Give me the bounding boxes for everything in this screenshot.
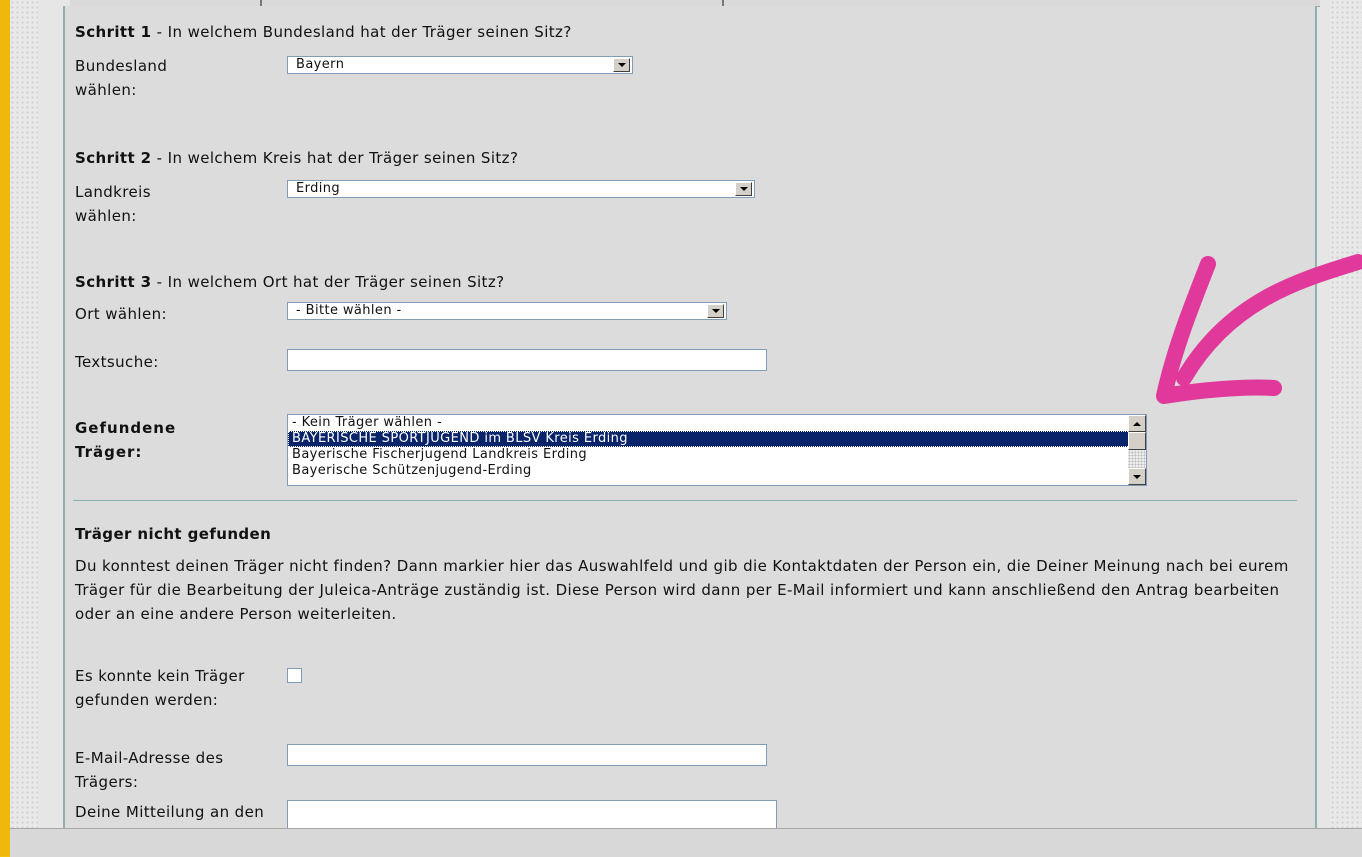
dropdown-arrow-icon[interactable] [735,182,752,196]
not-found-heading: Träger nicht gefunden [75,525,272,543]
step2-title: Schritt 2 [75,149,152,167]
left-gutter [10,0,38,830]
listbox-option-selected[interactable]: BAYERISCHE SPORTJUGEND im BLSV Kreis Erd… [288,431,1146,447]
found-carriers-listbox[interactable]: - Kein Träger wählen - BAYERISCHE SPORTJ… [287,414,1147,486]
step2-heading: Schritt 2 - In welchem Kreis hat der Trä… [75,146,1275,170]
email-input[interactable] [287,744,767,766]
step2-question: - In welchem Kreis hat der Träger seinen… [151,149,519,167]
landkreis-selected-value: Erding [296,181,341,196]
scroll-up-icon[interactable] [1128,415,1146,432]
ort-select[interactable]: - Bitte wählen - [287,302,727,320]
bundesland-select[interactable]: Bayern [287,56,633,74]
ort-selected-value: - Bitte wählen - [296,303,402,318]
found-carriers-label: Gefundene Träger: [75,419,177,461]
listbox-option[interactable]: Bayerische Fischerjugend Landkreis Erdin… [288,447,1146,463]
not-found-paragraph: Du konntest deinen Träger nicht finden? … [75,557,1289,623]
textsuche-input[interactable] [287,349,767,371]
textsuche-label: Textsuche: [75,353,159,371]
bundesland-selected-value: Bayern [296,57,345,72]
browser-viewport: Schritt 1 - In welchem Bundesland hat de… [10,0,1362,857]
step1-heading: Schritt 1 - In welchem Bundesland hat de… [75,20,1275,44]
landkreis-label: Landkreis wählen: [75,183,151,225]
dropdown-arrow-icon[interactable] [707,304,724,318]
form-panel: Schritt 1 - In welchem Bundesland hat de… [63,6,1317,850]
section-divider [73,500,1297,501]
no-carrier-checkbox-label: Es konnte kein Träger gefunden werden: [75,667,245,709]
step3-question: - In welchem Ort hat der Träger seinen S… [151,273,505,291]
left-frame-strip [0,0,10,856]
bottom-bar [10,828,1362,857]
scroll-thumb[interactable] [1128,432,1146,450]
listbox-scrollbar[interactable] [1128,415,1146,485]
bundesland-label: Bundesland wählen: [75,57,168,99]
landkreis-select[interactable]: Erding [287,180,755,198]
email-label: E-Mail-Adresse des Trägers: [75,749,224,791]
annotation-arrow-icon [1156,254,1362,404]
step1-title: Schritt 1 [75,23,152,41]
listbox-option[interactable]: - Kein Träger wählen - [288,415,1146,431]
step3-heading: Schritt 3 - In welchem Ort hat der Träge… [75,270,1275,294]
step1-question: - In welchem Bundesland hat der Träger s… [151,23,572,41]
right-gutter [1330,0,1362,830]
scroll-down-icon[interactable] [1128,468,1146,485]
step3-title: Schritt 3 [75,273,152,291]
ort-label: Ort wählen: [75,305,167,323]
dropdown-arrow-icon[interactable] [613,58,630,72]
listbox-option[interactable]: Bayerische Schützenjugend-Erding [288,463,1146,479]
no-carrier-checkbox[interactable] [287,668,302,683]
